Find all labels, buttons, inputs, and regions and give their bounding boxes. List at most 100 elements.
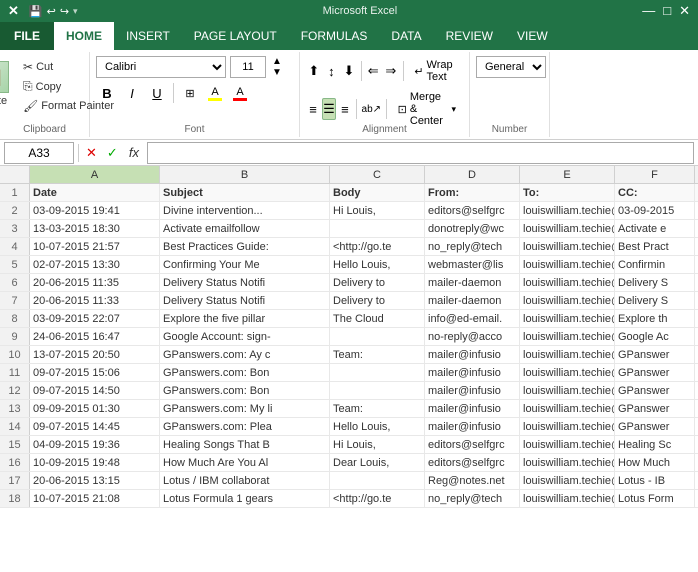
cell[interactable]: info@ed-email. [425, 310, 520, 327]
cell[interactable]: Healing Sc [615, 436, 695, 453]
col-header-e[interactable]: E [520, 166, 615, 183]
cell[interactable]: Body [330, 184, 425, 201]
cell[interactable]: GPanswer [615, 364, 695, 381]
cell[interactable]: 20-06-2015 11:35 [30, 274, 160, 291]
cell[interactable]: Subject [160, 184, 330, 201]
col-header-f[interactable]: F [615, 166, 695, 183]
insert-function-button[interactable]: fx [125, 145, 143, 160]
cell[interactable]: Team: [330, 400, 425, 417]
cell[interactable]: mailer-daemon [425, 292, 520, 309]
cell[interactable]: Reg@notes.net [425, 472, 520, 489]
cell[interactable] [330, 328, 425, 345]
cell[interactable]: GPanswers.com: Bon [160, 364, 330, 381]
cell[interactable]: 09-07-2015 14:50 [30, 382, 160, 399]
cell[interactable]: 03-09-2015 22:07 [30, 310, 160, 327]
col-header-a[interactable]: A [30, 166, 160, 183]
cell[interactable]: Explore th [615, 310, 695, 327]
cell[interactable]: Delivery to [330, 292, 425, 309]
cell[interactable]: 03-09-2015 [615, 202, 695, 219]
cell[interactable]: Confirming Your Me [160, 256, 330, 273]
cell[interactable]: louiswilliam.techie@gmail.c [520, 472, 615, 489]
indent-increase-button[interactable]: ⇒ [383, 60, 399, 82]
cell[interactable]: 10-09-2015 19:48 [30, 454, 160, 471]
cell[interactable]: mailer@infusio [425, 418, 520, 435]
cell[interactable]: How Much [615, 454, 695, 471]
cell[interactable]: Lotus - IB [615, 472, 695, 489]
cell[interactable]: louiswilliam.techie@gmail.c [520, 490, 615, 507]
cell[interactable]: 13-03-2015 18:30 [30, 220, 160, 237]
cell[interactable]: Hi Louis, [330, 436, 425, 453]
cell[interactable]: 03-09-2015 19:41 [30, 202, 160, 219]
cell[interactable]: louiswilliam.techie@gmail.c [520, 382, 615, 399]
cell[interactable]: CC: [615, 184, 695, 201]
formula-confirm-button[interactable]: ✓ [104, 145, 121, 161]
font-size-decrease-button[interactable]: ▼ [270, 68, 284, 78]
cell[interactable]: louiswilliam.techie@gmail.c [520, 220, 615, 237]
font-size-increase-button[interactable]: ▲ [270, 57, 284, 67]
minimize-btn[interactable]: — [642, 3, 655, 19]
paste-button[interactable]: 📋 Paste [0, 56, 16, 112]
cell[interactable]: louiswilliam.techie@gmail.c [520, 436, 615, 453]
cell[interactable]: louiswilliam.techie@gmail.c [520, 418, 615, 435]
cell[interactable]: louiswilliam.techie@gmail.c [520, 292, 615, 309]
cell[interactable]: editors@selfgrc [425, 436, 520, 453]
cell[interactable]: louiswilliam.techie@gmail.c [520, 364, 615, 381]
cell[interactable]: GPanswer [615, 400, 695, 417]
cell-reference-input[interactable] [4, 142, 74, 164]
number-format-select[interactable]: General Number Currency Date Text [476, 56, 546, 78]
cell[interactable]: Hi Louis, [330, 202, 425, 219]
cell[interactable]: Hello Louis, [330, 418, 425, 435]
align-left-button[interactable]: ≡ [306, 98, 320, 120]
tab-insert[interactable]: INSERT [114, 22, 182, 50]
col-header-b[interactable]: B [160, 166, 330, 183]
cell[interactable]: GPanswer [615, 346, 695, 363]
formula-cancel-button[interactable]: ✕ [83, 145, 100, 161]
cell[interactable]: 10-07-2015 21:08 [30, 490, 160, 507]
cell[interactable]: GPanswer [615, 418, 695, 435]
cell[interactable]: donotreply@wc [425, 220, 520, 237]
cell[interactable]: Delivery Status Notifi [160, 274, 330, 291]
cell[interactable]: editors@selfgrc [425, 454, 520, 471]
cell[interactable]: Dear Louis, [330, 454, 425, 471]
cell[interactable]: 20-06-2015 13:15 [30, 472, 160, 489]
align-right-button[interactable]: ≡ [338, 98, 352, 120]
tab-file[interactable]: FILE [0, 22, 54, 50]
tab-review[interactable]: REVIEW [434, 22, 505, 50]
cell[interactable]: Delivery S [615, 292, 695, 309]
cell[interactable]: louiswilliam.techie@gmail.c [520, 400, 615, 417]
cell[interactable]: GPanswer [615, 382, 695, 399]
align-center-button[interactable]: ☰ [322, 98, 336, 120]
orientation-button[interactable]: ab↗ [361, 98, 383, 120]
cell[interactable]: louiswilliam.techie@gmail.c [520, 274, 615, 291]
cell[interactable]: Healing Songs That B [160, 436, 330, 453]
border-button[interactable]: ⊞ [179, 82, 201, 104]
wrap-text-button[interactable]: ↵ Wrap Text [407, 56, 463, 86]
cell[interactable]: The Cloud [330, 310, 425, 327]
cell[interactable]: louiswilliam.techie@gmail.c [520, 238, 615, 255]
cell[interactable]: 04-09-2015 19:36 [30, 436, 160, 453]
cell[interactable]: <http://go.te [330, 238, 425, 255]
font-name-select[interactable]: Calibri Arial Times New Roman [96, 56, 226, 78]
font-size-input[interactable] [230, 56, 266, 78]
cell[interactable]: Date [30, 184, 160, 201]
align-top-button[interactable]: ⬆ [306, 60, 322, 82]
cell[interactable]: Lotus / IBM collaborat [160, 472, 330, 489]
cell[interactable]: louiswilliam.techie@gmail.c [520, 310, 615, 327]
tab-data[interactable]: DATA [379, 22, 433, 50]
cell[interactable]: Best Practices Guide: [160, 238, 330, 255]
cell[interactable]: mailer@infusio [425, 364, 520, 381]
cell[interactable]: Best Pract [615, 238, 695, 255]
cell[interactable]: Team: [330, 346, 425, 363]
cell[interactable]: 09-07-2015 14:45 [30, 418, 160, 435]
close-btn[interactable]: ✕ [679, 3, 690, 19]
col-header-c[interactable]: C [330, 166, 425, 183]
cell[interactable]: To: [520, 184, 615, 201]
cell[interactable]: Delivery to [330, 274, 425, 291]
cell[interactable]: 10-07-2015 21:57 [30, 238, 160, 255]
cell[interactable]: no_reply@tech [425, 238, 520, 255]
align-bottom-button[interactable]: ⬇ [341, 60, 357, 82]
cell[interactable]: GPanswers.com: Plea [160, 418, 330, 435]
cell[interactable]: Google Account: sign- [160, 328, 330, 345]
cell[interactable]: louiswilliam.techie@gmail.c [520, 256, 615, 273]
cell[interactable]: no-reply@acco [425, 328, 520, 345]
